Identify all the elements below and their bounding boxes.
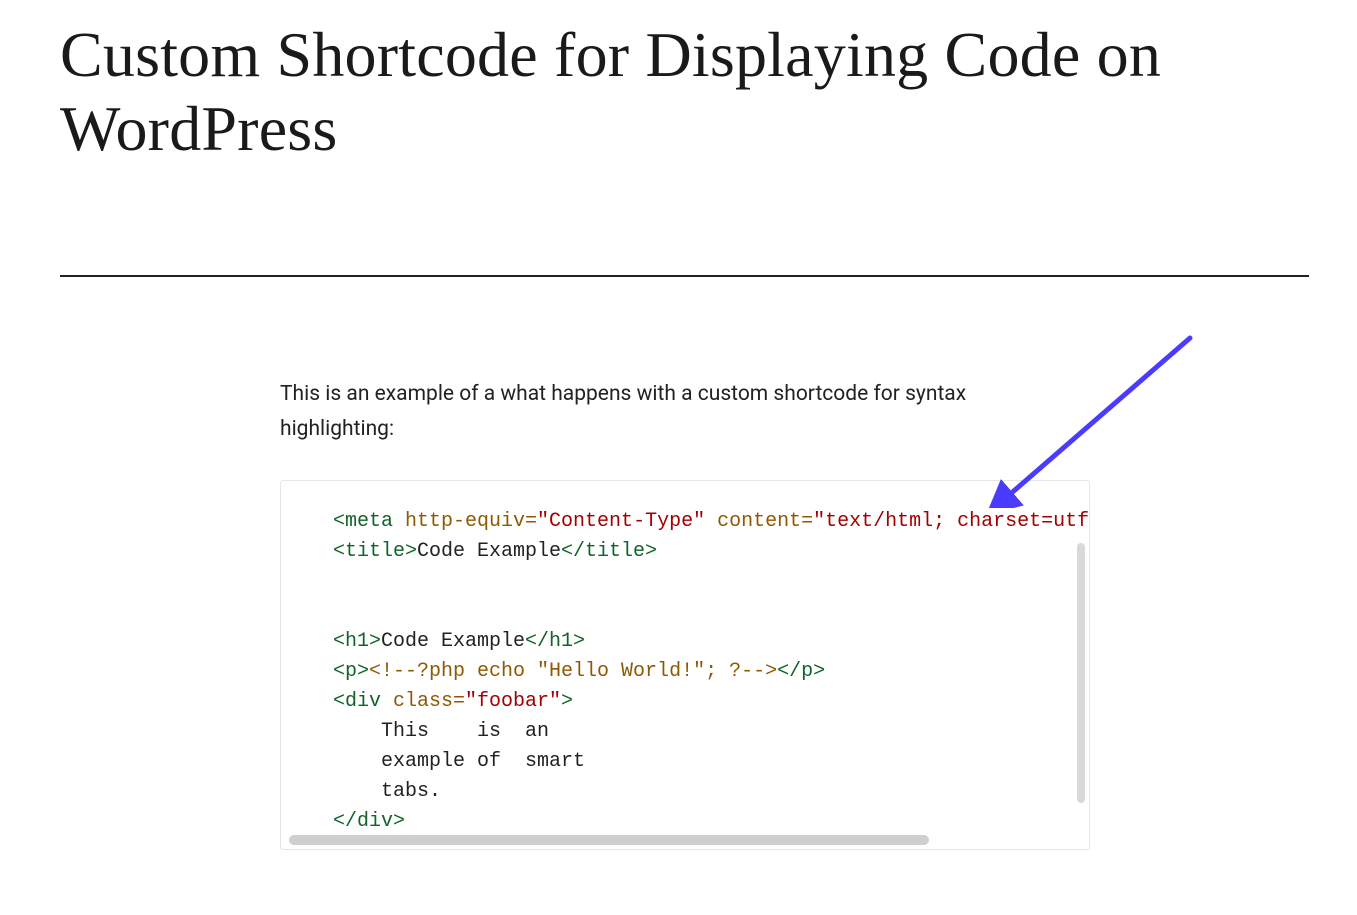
code-token: example of smart (333, 750, 585, 773)
code-token: Code Example (381, 630, 525, 653)
code-token: "Content-Type" (537, 510, 705, 533)
code-token: </div> (333, 810, 405, 833)
code-token: </h1> (525, 630, 585, 653)
vertical-scrollbar[interactable] (1077, 543, 1085, 831)
code-token: <!--?php echo "Hello World!"; ?--> (369, 660, 777, 683)
code-token: <title> (333, 540, 417, 563)
code-token: > (561, 690, 573, 713)
code-token: "foobar" (465, 690, 561, 713)
code-token: "text/html; charset=utf-8" (813, 510, 1089, 533)
code-token: Code Example (417, 540, 561, 563)
content-region: This is an example of a what happens wit… (280, 377, 1090, 850)
code-block: <meta http-equiv="Content-Type" content=… (280, 480, 1090, 850)
code-token: <div (333, 690, 381, 713)
code-token: </p> (777, 660, 825, 683)
code-token: <meta (333, 510, 393, 533)
code-token: class= (381, 690, 465, 713)
vertical-scrollbar-thumb[interactable] (1077, 543, 1085, 803)
horizontal-scrollbar-thumb[interactable] (289, 835, 929, 845)
code-token: <p> (333, 660, 369, 683)
code-token: tabs. (333, 780, 441, 803)
code-scroll-area[interactable]: <meta http-equiv="Content-Type" content=… (281, 481, 1089, 849)
page-title: Custom Shortcode for Displaying Code on … (60, 18, 1297, 165)
code-token: <h1> (333, 630, 381, 653)
code-token: content= (705, 510, 813, 533)
code-content: <meta http-equiv="Content-Type" content=… (281, 481, 1089, 849)
code-token: This is an (333, 720, 549, 743)
code-token: </title> (561, 540, 657, 563)
intro-text: This is an example of a what happens wit… (280, 377, 1020, 446)
horizontal-scrollbar[interactable] (289, 835, 949, 845)
code-token: http-equiv= (393, 510, 537, 533)
section-divider (60, 275, 1309, 277)
